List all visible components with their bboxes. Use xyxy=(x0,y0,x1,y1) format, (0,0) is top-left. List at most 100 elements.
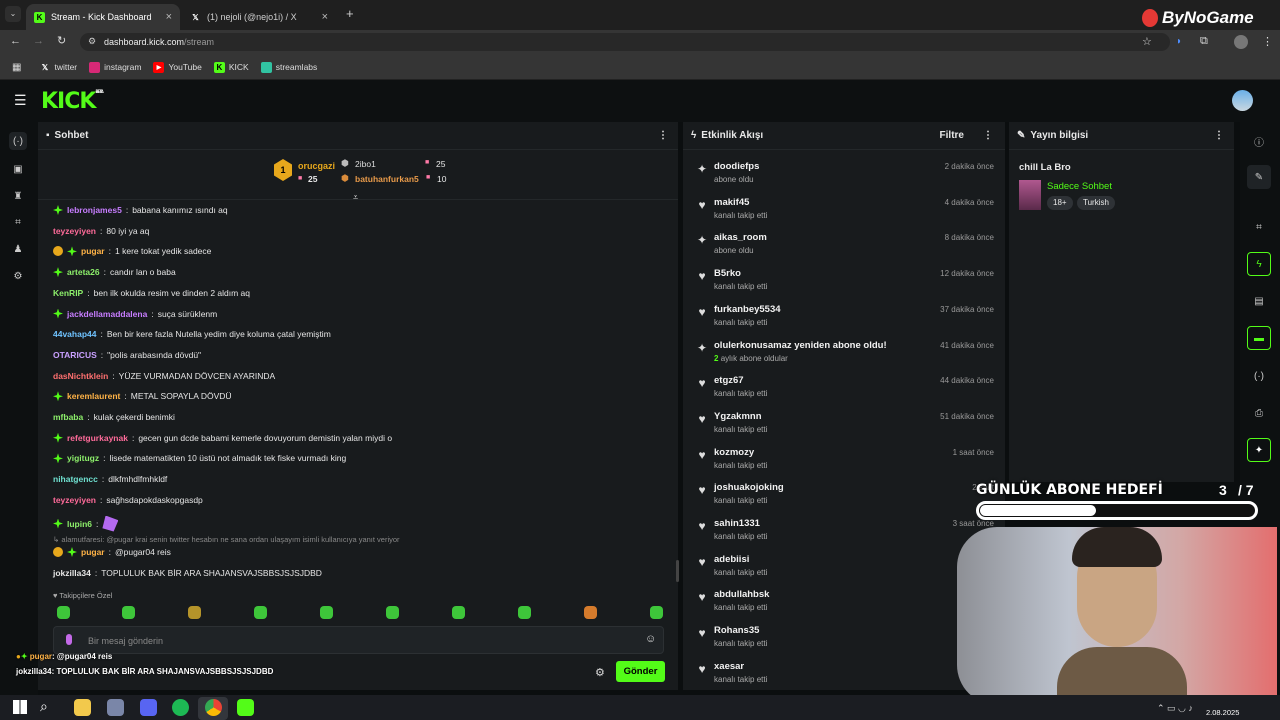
spotify-icon[interactable] xyxy=(172,699,189,716)
activity-event[interactable]: ♥ Ygzakmnn kanalı takip etti 51 dakika önce xyxy=(690,407,996,443)
hamburger-menu-icon[interactable]: ☰ xyxy=(14,92,27,109)
settings-icon[interactable]: ⚙ xyxy=(9,267,27,285)
chat-message[interactable]: nihatgencc: dlkfmhdlfmhkldf xyxy=(53,474,167,484)
extension-icon[interactable]: ◗ xyxy=(1176,36,1182,47)
bookmark-star-icon[interactable]: ☆ xyxy=(1142,35,1152,48)
send-button[interactable]: Gönder xyxy=(616,661,665,682)
profile-avatar[interactable] xyxy=(1234,35,1248,49)
activity-event[interactable]: ♥ kozmozy kanalı takip etti 1 saat önce xyxy=(690,443,996,479)
system-tray-icons[interactable]: ⌃ ▭ ◡ ♪ xyxy=(1157,703,1193,714)
chat-username[interactable]: dasNichtklein xyxy=(53,371,108,381)
chrome-icon[interactable] xyxy=(205,699,222,716)
tab-search-button[interactable]: ⌄ xyxy=(5,6,21,22)
emote-button[interactable] xyxy=(518,606,531,619)
close-tab-icon[interactable]: × xyxy=(322,11,328,23)
chat-message[interactable]: OTARICUS: "polis arabasında dövdü" xyxy=(53,350,201,360)
user-avatar[interactable] xyxy=(1232,90,1253,111)
chat-icon[interactable]: ▬ xyxy=(1247,326,1271,350)
site-info-icon[interactable]: ⚙ xyxy=(88,36,96,47)
broadcast-icon[interactable]: (·) xyxy=(1250,367,1268,385)
chat-message-last[interactable]: jokzilla34: TOPLULUK BAK BİR ARA SHAJANS… xyxy=(53,568,322,578)
chat-username[interactable]: lebronjames5 xyxy=(67,205,122,215)
activity-event[interactable]: ♥xaesarkanalı takip etti11 xyxy=(690,657,996,693)
extensions-puzzle-icon[interactable]: ⧉ xyxy=(1200,35,1208,48)
chat-message[interactable]: arteta26: candır lan o baba xyxy=(53,267,176,278)
emote-button[interactable] xyxy=(452,606,465,619)
chat-username[interactable]: jackdellamaddalena xyxy=(67,309,147,319)
chat-message[interactable]: pugar: 1 kere tokat yedik sadece xyxy=(53,246,211,257)
back-icon[interactable]: ← xyxy=(10,35,21,47)
apps-grid-icon[interactable]: ▦ xyxy=(12,62,21,73)
chat-username[interactable]: jokzilla34 xyxy=(53,568,91,578)
activity-event[interactable]: ♥ joshuakojoking kanalı takip etti 2 saat xyxy=(690,478,996,514)
activity-event[interactable]: ✦ doodiefps abone oldu 2 dakika önce xyxy=(690,157,996,193)
activity-event[interactable]: ♥ B5rko kanalı takip etti 12 dakika önce xyxy=(690,264,996,300)
forward-icon[interactable]: → xyxy=(33,35,44,47)
search-icon[interactable]: ⌕ xyxy=(40,698,48,715)
activity-event[interactable]: ♥ furkanbey5534 kanalı takip etti 37 dakika… xyxy=(690,300,996,336)
capture-icon[interactable]: ⌗ xyxy=(9,213,27,231)
chat-username[interactable]: KenRIP xyxy=(53,288,83,298)
chrome-menu-icon[interactable]: ⋮ xyxy=(1262,35,1273,48)
capture-icon[interactable]: ⌗ xyxy=(1250,218,1268,236)
chat-username[interactable]: nihatgencc xyxy=(53,474,98,484)
bookmark-instagram[interactable]: instagram xyxy=(89,61,141,73)
chat-username[interactable]: arteta26 xyxy=(67,267,100,277)
chat-username[interactable]: pugar xyxy=(81,547,105,557)
emoji-picker-icon[interactable]: ☺ xyxy=(645,633,656,645)
clipboard-icon[interactable]: ▤ xyxy=(1250,292,1268,310)
stream-info-menu-icon[interactable]: ⋮ xyxy=(1214,130,1224,141)
activity-menu-icon[interactable]: ⋮ xyxy=(983,130,993,141)
collapse-leaderboard-icon[interactable]: ⩡ xyxy=(353,192,358,203)
chat-message[interactable]: 44vahap44: Ben bir kere fazla Nutella ye… xyxy=(53,329,331,339)
tag-chip[interactable]: Turkish xyxy=(1077,196,1115,210)
chat-message[interactable]: keremlaurent: METAL SOPAYLA DÖVDÜ xyxy=(53,391,232,402)
new-tab-button[interactable]: + xyxy=(346,6,354,21)
activity-event[interactable]: ♥ sahin1331 kanalı takip etti 3 saat önce xyxy=(690,514,996,550)
chat-username[interactable]: teyzeyiyen xyxy=(53,226,96,236)
bookmark-youtube[interactable]: ▶ YouTube xyxy=(153,61,202,73)
chat-message[interactable]: mfbaba: kulak çekerdi benimki xyxy=(53,412,175,422)
chat-message[interactable]: KenRIP: ben ilk okulda resim ve dinden 2… xyxy=(53,288,250,298)
activity-event[interactable]: ✦ aikas_room abone oldu 8 dakika önce xyxy=(690,228,996,264)
edit-icon[interactable]: ✎ xyxy=(1247,165,1271,189)
emote-button[interactable] xyxy=(122,606,135,619)
tab-kick-dashboard[interactable]: K Stream - Kick Dashboard × xyxy=(26,4,180,30)
tag-chip[interactable]: 18+ xyxy=(1047,196,1073,210)
category-link[interactable]: Sadece Sohbet xyxy=(1047,181,1112,192)
chat-username[interactable]: pugar xyxy=(81,246,105,256)
chat-username[interactable]: yigitugz xyxy=(67,453,99,463)
emote-button[interactable] xyxy=(254,606,267,619)
chat-message[interactable]: teyzeyiyen: sağhsdapokdaskopgasdp xyxy=(53,495,203,505)
emote-button[interactable] xyxy=(57,606,70,619)
chat-message[interactable]: refetgurkaynak: gecen gun dcde babami ke… xyxy=(53,432,392,443)
chat-message[interactable]: yigitugz: lisede matematikten 10 üstü no… xyxy=(53,453,346,464)
chat-username[interactable]: lupin6 xyxy=(67,519,92,529)
activity-event[interactable]: ♥ etgz67 kanalı takip etti 44 dakika önce xyxy=(690,371,996,407)
bookmark-kick[interactable]: K KICK xyxy=(213,61,249,73)
emote-button[interactable] xyxy=(650,606,663,619)
activity-event[interactable]: ♥adebiisikanalı takip etti4 xyxy=(690,550,996,586)
close-tab-icon[interactable]: × xyxy=(166,11,172,23)
chat-settings-icon[interactable]: ⚙ xyxy=(595,666,605,679)
chat-scrollbar[interactable] xyxy=(676,560,679,582)
live-broadcast-icon[interactable]: (·) xyxy=(9,132,27,150)
windows-start-icon[interactable] xyxy=(13,700,27,714)
file-explorer-icon[interactable] xyxy=(74,699,91,716)
emote-button[interactable] xyxy=(584,606,597,619)
emote-button[interactable] xyxy=(188,606,201,619)
reload-icon[interactable]: ↻ xyxy=(57,34,66,47)
chat-menu-icon[interactable]: ⋮ xyxy=(658,130,668,141)
chat-username[interactable]: mfbaba xyxy=(53,412,83,422)
kick-taskbar-icon[interactable] xyxy=(237,699,254,716)
chat-message[interactable]: lebronjames5: babana kanımız ısındı aq xyxy=(53,205,228,215)
mic-icon[interactable] xyxy=(66,634,72,645)
chat-username[interactable]: refetgurkaynak xyxy=(67,433,128,443)
emote-button[interactable] xyxy=(386,606,399,619)
chat-username[interactable]: keremlaurent xyxy=(67,391,120,401)
activity-event[interactable]: ♥ makif45 kanalı takip etti 4 dakika önce xyxy=(690,193,996,229)
activity-event[interactable]: ✦ olulerkonusamaz yeniden abone oldu! 2 ay… xyxy=(690,336,996,372)
dashboard-icon[interactable]: ▣ xyxy=(9,160,27,178)
activity-event[interactable]: ♥Rohans35kanalı takip etti8 xyxy=(690,621,996,657)
tab-x-profile[interactable]: 𝕏 (1) nejoli (@nejo1i) / X × xyxy=(182,4,336,30)
